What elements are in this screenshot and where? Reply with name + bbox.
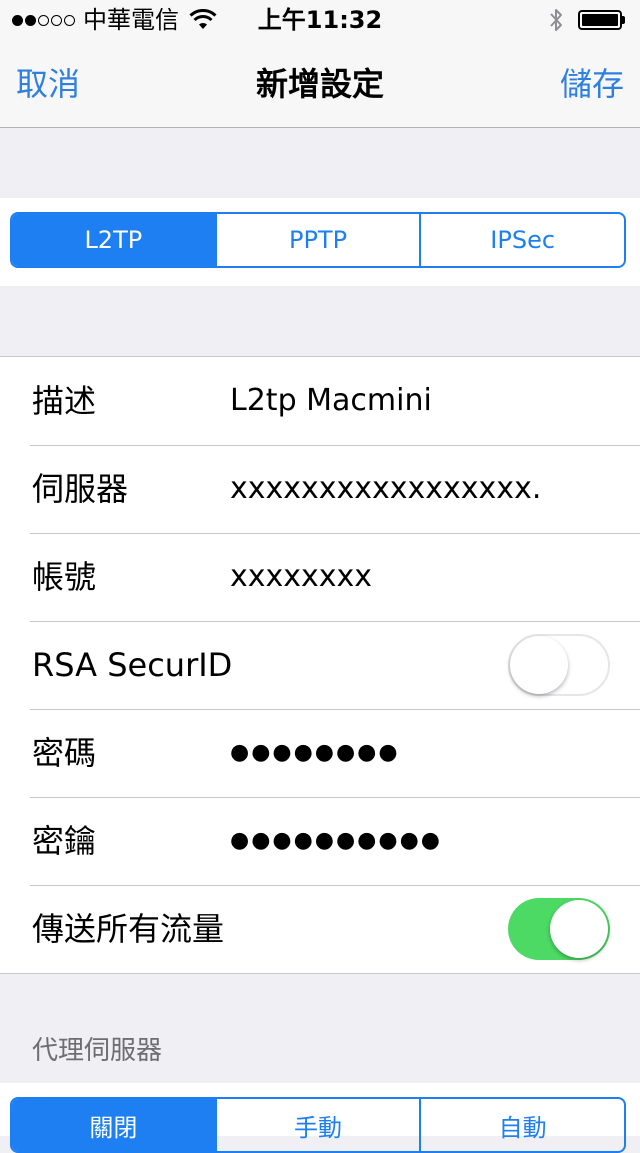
segment-pptp[interactable]: PPTP [214,214,420,266]
password-label: 密碼 [32,734,97,772]
row-server[interactable]: 伺服器 xxxxxxxxxxxxxxxxx. [0,445,640,533]
row-account[interactable]: 帳號 xxxxxxxx [0,533,640,621]
vpn-type-band: L2TP PPTP IPSec [0,198,640,286]
secret-field[interactable]: ●●●●●●●●●● [230,797,620,885]
secret-label: 密鑰 [32,822,97,860]
row-send-all-traffic: 傳送所有流量 [0,885,640,973]
row-rsa-securid: RSA SecurID [0,621,640,709]
rsa-securid-toggle[interactable] [508,634,610,696]
server-field[interactable]: xxxxxxxxxxxxxxxxx. [230,445,620,533]
row-password[interactable]: 密碼 ●●●●●●●● [0,709,640,797]
battery-icon [578,9,628,31]
toggle-knob [510,636,568,694]
server-label: 伺服器 [32,470,129,508]
status-right [548,6,628,34]
segment-proxy-auto[interactable]: 自動 [419,1099,624,1151]
toggle-knob [550,900,608,958]
account-field[interactable]: xxxxxxxx [230,533,620,621]
segment-proxy-off[interactable]: 關閉 [12,1099,215,1151]
status-time: 上午11:32 [257,6,383,34]
description-label: 描述 [32,382,97,420]
proxy-segmented-control: 關閉 手動 自動 [10,1097,626,1153]
password-field[interactable]: ●●●●●●●● [230,709,620,797]
account-label: 帳號 [32,558,97,596]
segment-proxy-manual[interactable]: 手動 [214,1099,420,1151]
proxy-section-header: 代理伺服器 [32,1036,163,1066]
segment-ipsec[interactable]: IPSec [419,214,624,266]
status-bar: 中華電信 上午11:32 [0,0,640,40]
page-title: 新增設定 [255,65,384,103]
save-button[interactable]: 儲存 [560,64,624,104]
navigation-bar: 取消 新增設定 儲存 [0,40,640,128]
vpn-settings-table: 描述 L2tp Macmini 伺服器 xxxxxxxxxxxxxxxxx. 帳… [0,356,640,974]
row-secret[interactable]: 密鑰 ●●●●●●●●●● [0,797,640,885]
vpn-type-segmented-control: L2TP PPTP IPSec [10,212,626,268]
row-description[interactable]: 描述 L2tp Macmini [0,357,640,445]
proxy-band: 關閉 手動 自動 [0,1083,640,1153]
send-all-traffic-label: 傳送所有流量 [32,910,225,948]
description-field[interactable]: L2tp Macmini [230,357,620,445]
rsa-securid-label: RSA SecurID [32,646,233,684]
send-all-traffic-toggle[interactable] [508,898,610,960]
segment-l2tp[interactable]: L2TP [12,214,215,266]
bluetooth-icon [550,9,562,31]
